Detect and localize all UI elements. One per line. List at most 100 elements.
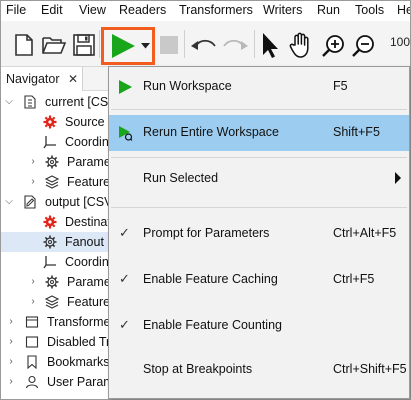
toolbar-separator: [184, 30, 185, 58]
menu-item-label: Run Selected: [143, 171, 219, 185]
chevron-down-icon[interactable]: ⌵: [3, 92, 15, 112]
menu-separator: [111, 157, 407, 158]
new-file-icon[interactable]: [13, 33, 35, 57]
chevron-right-icon[interactable]: ›: [27, 272, 39, 292]
menu-item-stop-breakpoints[interactable]: Stop at Breakpoints Ctrl+Shift+F5: [109, 352, 409, 388]
play-icon[interactable]: [109, 32, 137, 60]
menu-item-label: Run Workspace: [143, 79, 232, 93]
tree-item-output-writer[interactable]: ⌵ output [CSV: [1, 192, 109, 212]
run-dropdown-menu: Run Workspace F5 Rerun Entire Workspace …: [108, 66, 410, 399]
tree-item-disabled-transformers[interactable]: › Disabled Tra: [1, 332, 109, 352]
tree-item-coordinate[interactable]: Coordin: [1, 252, 109, 272]
tree-item-source[interactable]: Source C: [1, 112, 109, 132]
menu-help[interactable]: He: [397, 3, 410, 17]
menu-item-label: Stop at Breakpoints: [143, 362, 253, 376]
layers-icon: [44, 295, 60, 309]
checkmark-icon: ✓: [119, 317, 130, 332]
pan-hand-icon[interactable]: [287, 31, 315, 59]
tree-item-label: Feature: [67, 175, 109, 189]
gear-icon: [45, 275, 59, 289]
menu-item-shortcut: F5: [333, 79, 348, 93]
menu-transformers[interactable]: Transformers: [179, 3, 253, 17]
menu-run[interactable]: Run: [317, 3, 340, 17]
menu-view[interactable]: View: [79, 3, 106, 17]
undo-icon[interactable]: [190, 37, 218, 53]
transformer-icon: [25, 315, 39, 329]
close-icon[interactable]: ✕: [68, 67, 78, 91]
menu-item-run-selected[interactable]: Run Selected: [109, 161, 409, 197]
chevron-right-icon[interactable]: ›: [5, 332, 17, 352]
menu-item-shortcut: Ctrl+Alt+F5: [333, 226, 397, 240]
tree-item-user-parameters[interactable]: › User Param: [1, 372, 109, 392]
zoom-in-icon[interactable]: [321, 33, 347, 59]
tree-item-label: Destinat: [65, 215, 109, 229]
tree-item-current-reader[interactable]: ⌵ current [CSV: [1, 92, 109, 112]
bookmark-icon: [25, 355, 39, 370]
menu-item-label: Enable Feature Caching: [143, 272, 278, 286]
stop-icon: [159, 35, 179, 55]
tree-item-destination[interactable]: Destinat: [1, 212, 109, 232]
menu-item-label: Enable Feature Counting: [143, 318, 282, 332]
menu-bar: File Edit View Readers Transformers Writ…: [1, 1, 410, 21]
navigator-header: Navigator ✕: [1, 67, 109, 91]
tree-item-label: Source C: [65, 115, 109, 129]
menu-separator: [111, 109, 407, 110]
menu-item-feature-caching[interactable]: ✓ Enable Feature Caching Ctrl+F5: [109, 262, 409, 298]
chevron-right-icon[interactable]: ›: [27, 172, 39, 192]
zoom-level[interactable]: 100: [390, 35, 410, 49]
csv-reader-icon: [23, 95, 37, 109]
menu-item-shortcut: Ctrl+Shift+F5: [333, 362, 407, 376]
menu-readers[interactable]: Readers: [119, 3, 166, 17]
open-folder-icon[interactable]: [41, 34, 67, 56]
csv-writer-icon: [23, 195, 37, 209]
navigator-tree: ⌵ current [CSV Source C Coordin › Parame…: [1, 92, 109, 399]
tree-item-label: Fanout: [65, 235, 104, 249]
menu-item-run-workspace[interactable]: Run Workspace F5: [109, 69, 409, 105]
chevron-right-icon[interactable]: ›: [27, 292, 39, 312]
select-arrow-icon[interactable]: [260, 31, 280, 59]
tree-item-label: User Param: [47, 375, 109, 389]
chevron-right-icon[interactable]: ›: [5, 312, 17, 332]
tree-item-feature[interactable]: › Feature: [1, 292, 109, 312]
tree-item-coordinate[interactable]: Coordin: [1, 132, 109, 152]
chevron-right-icon[interactable]: ›: [27, 152, 39, 172]
zoom-out-icon[interactable]: [351, 33, 377, 59]
menu-item-shortcut: Shift+F5: [333, 125, 380, 139]
tree-item-label: Paramet: [67, 155, 109, 169]
chevron-down-icon[interactable]: [141, 43, 150, 49]
menu-edit[interactable]: Edit: [41, 3, 63, 17]
menu-item-feature-counting[interactable]: ✓ Enable Feature Counting: [109, 308, 409, 344]
gear-icon: [45, 155, 59, 169]
checkmark-icon: ✓: [119, 271, 130, 286]
gear-red-icon: [43, 215, 57, 229]
tree-item-parameters[interactable]: › Paramet: [1, 152, 109, 172]
redo-icon: [221, 37, 249, 53]
menu-item-shortcut: Ctrl+F5: [333, 272, 375, 286]
menu-item-rerun-workspace[interactable]: Rerun Entire Workspace Shift+F5: [109, 115, 409, 151]
menu-file[interactable]: File: [6, 3, 26, 17]
tree-item-fanout[interactable]: Fanout: [1, 232, 109, 252]
chevron-right-icon[interactable]: ›: [5, 372, 17, 392]
gear-icon: [43, 235, 57, 249]
rerun-icon: [117, 125, 133, 141]
layers-icon: [44, 175, 60, 189]
toolbar-separator: [254, 30, 255, 58]
save-icon[interactable]: [72, 33, 96, 57]
menu-tools[interactable]: Tools: [355, 3, 384, 17]
play-icon: [117, 79, 133, 95]
menu-writers[interactable]: Writers: [263, 3, 302, 17]
gear-red-icon: [43, 115, 57, 129]
menu-item-prompt-parameters[interactable]: ✓ Prompt for Parameters Ctrl+Alt+F5: [109, 216, 409, 252]
chevron-right-icon[interactable]: ›: [5, 352, 17, 372]
toolbar-separator: [99, 30, 100, 58]
tree-item-bookmarks[interactable]: › Bookmarks: [1, 352, 109, 372]
chevron-down-icon[interactable]: ⌵: [3, 192, 15, 212]
tree-item-parameters[interactable]: › Paramet: [1, 272, 109, 292]
tree-item-label: Paramet: [67, 275, 109, 289]
tree-item-label: current [CSV: [45, 95, 109, 109]
menu-item-label: Rerun Entire Workspace: [143, 125, 279, 139]
tree-item-label: Disabled Tra: [47, 335, 109, 349]
tree-item-transformers[interactable]: › Transformer: [1, 312, 109, 332]
coordinate-icon: [43, 135, 57, 149]
tree-item-feature[interactable]: › Feature: [1, 172, 109, 192]
